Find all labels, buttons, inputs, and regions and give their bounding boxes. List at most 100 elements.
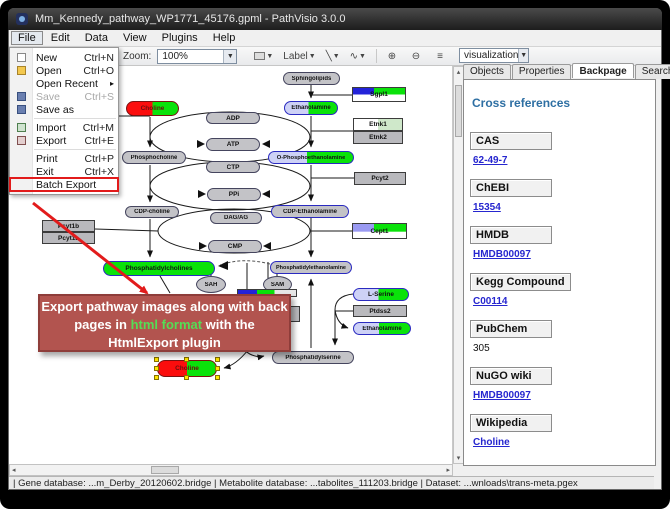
tab-properties[interactable]: Properties (512, 64, 572, 79)
tab-backpage[interactable]: Backpage (572, 63, 633, 78)
pathway-node-adp[interactable]: ADP (206, 112, 260, 124)
file-menu-item-new[interactable]: NewCtrl+N (10, 51, 118, 64)
pathway-node-ctp[interactable]: CTP (206, 161, 260, 173)
pathway-node-dag-ag[interactable]: DAG/AG (210, 212, 262, 224)
scroll-down-icon[interactable]: ▾ (455, 453, 463, 463)
tab-objects[interactable]: Objects (463, 64, 511, 79)
app-icon (16, 13, 28, 25)
pathway-node-label: Pcyt1a (58, 235, 79, 242)
file-menu-item-batch-export[interactable]: Batch Export (10, 178, 118, 191)
save-icon (10, 105, 32, 114)
scroll-right-icon[interactable]: ▸ (444, 465, 452, 475)
chevron-down-icon[interactable]: ▼ (359, 53, 366, 60)
gene-tool-button[interactable]: ▼ (251, 48, 276, 64)
pathway-node-gene-pcyt1a[interactable]: Pcyt1a (42, 232, 95, 244)
selection-handle[interactable] (184, 357, 189, 362)
chevron-down-icon[interactable]: ▼ (309, 53, 316, 60)
pathway-node-choline-top[interactable]: Choline (126, 101, 179, 116)
selection-handle[interactable] (215, 366, 220, 371)
file-menu-item-export[interactable]: ExportCtrl+E (10, 134, 118, 147)
align-middle-button[interactable]: ⊖ (408, 48, 424, 64)
pathway-node-ppi[interactable]: PPi (207, 188, 261, 201)
blank-icon (10, 180, 32, 189)
xref-link[interactable]: HMDB00097 (473, 390, 531, 401)
selection-handle[interactable] (154, 375, 159, 380)
horizontal-scroll-thumb[interactable] (151, 466, 179, 474)
visualization-combobox[interactable]: visualization ▼ (459, 48, 529, 63)
pathway-node-sphingolipids[interactable]: Sphingolipids (283, 72, 340, 85)
xref-link[interactable]: C00114 (473, 296, 507, 307)
connector-tool-button[interactable]: ∿▼ (347, 48, 369, 64)
selection-handle[interactable] (154, 357, 159, 362)
pathway-node-label: SAH (205, 282, 218, 288)
menubar-item-help[interactable]: Help (206, 31, 243, 45)
pathway-node-phosphatidylethanolamine[interactable]: Phosphatidylethanolamine (270, 261, 352, 274)
file-menu-item-import[interactable]: ImportCtrl+M (10, 121, 118, 134)
scroll-left-icon[interactable]: ◂ (10, 465, 18, 475)
pathway-node-gene-sgpl1[interactable]: Sgpl1 (352, 87, 406, 102)
selection-handle[interactable] (184, 375, 189, 380)
title-bar[interactable]: Mm_Kennedy_pathway_WP1771_45176.gpml - P… (8, 8, 662, 30)
distribute-horizontal-button[interactable]: ≡ (432, 48, 448, 64)
menubar-item-view[interactable]: View (116, 31, 154, 45)
menubar-item-edit[interactable]: Edit (44, 31, 77, 45)
selection-handle[interactable] (154, 366, 159, 371)
pathway-node-cdp-ethanolamine[interactable]: CDP-Ethanolamine (271, 205, 349, 218)
pathway-node-gene-pcyt2[interactable]: Pcyt2 (354, 172, 406, 185)
xref-link[interactable]: HMDB00097 (473, 249, 531, 260)
pathway-node-phosphatidylcholines[interactable]: Phosphatidylcholines (103, 261, 215, 276)
file-menu-item-open[interactable]: OpenCtrl+O (10, 64, 118, 77)
pathway-node-gene-etnk2[interactable]: Etnk2 (353, 131, 403, 144)
line-tool-button[interactable]: ╲▼ (323, 48, 343, 64)
pathway-node-label: CMP (228, 243, 242, 250)
chevron-down-icon[interactable]: ▼ (333, 53, 340, 60)
pathway-node-gene-cept1[interactable]: Cept1 (352, 223, 407, 239)
pathway-node-sah[interactable]: SAH (196, 276, 226, 293)
pathway-node-choline-selected[interactable]: Choline (157, 360, 217, 377)
pathway-node-label: Phosphatidylethanolamine (276, 265, 346, 271)
pathway-node-phosphocholine[interactable]: Phosphocholine (122, 151, 186, 164)
file-menu-item-save[interactable]: SaveCtrl+S (10, 90, 118, 103)
pathway-node-label: Choline (141, 105, 165, 112)
scroll-up-icon[interactable]: ▴ (455, 67, 463, 77)
xref-link[interactable]: 62-49-7 (473, 155, 507, 166)
new-file-icon (10, 53, 32, 62)
selection-handle[interactable] (215, 357, 220, 362)
tab-search[interactable]: Search (635, 64, 670, 79)
pathway-node-l-serine[interactable]: L-Serine (353, 288, 409, 301)
menubar-item-file[interactable]: File (11, 31, 43, 45)
xref-link[interactable]: 15354 (473, 202, 501, 213)
pathway-node-gene-pcyt1b[interactable]: Pcyt1b (42, 220, 95, 232)
pathway-node-o-phosphoethanolamine[interactable]: O-Phosphoethanolamine (268, 151, 354, 164)
pathway-node-cmp[interactable]: CMP (208, 240, 262, 253)
file-menu-item-print[interactable]: PrintCtrl+P (10, 152, 118, 165)
pathway-node-atp[interactable]: ATP (206, 138, 260, 151)
horizontal-scrollbar[interactable]: ◂ ▸ (9, 464, 453, 476)
file-menu-item-save-as[interactable]: Save as (10, 103, 118, 116)
file-menu-item-exit[interactable]: ExitCtrl+X (10, 165, 118, 178)
pathway-node-cdp-choline[interactable]: CDP-choline (125, 206, 179, 218)
annotation-line3: HtmlExport plugin (40, 334, 289, 352)
visualization-value: visualization (464, 50, 518, 61)
chevron-down-icon[interactable]: ▼ (518, 49, 528, 62)
menubar-item-data[interactable]: Data (78, 31, 115, 45)
xref-section-header: Wikipedia (470, 414, 552, 432)
selection-handle[interactable] (215, 375, 220, 380)
menu-item-shortcut: Ctrl+N (84, 52, 114, 64)
align-center-button[interactable]: ⊕ (384, 48, 400, 64)
zoom-combobox[interactable]: 100% ▼ (157, 49, 237, 64)
pathway-node-gene-etnk1[interactable]: Etnk1 (353, 118, 403, 131)
pathway-node-ethanolamine-bottom[interactable]: Ethanolamine (353, 322, 411, 335)
xref-link[interactable]: Choline (473, 437, 510, 448)
pathway-node-phosphatidylserine[interactable]: Phosphatidylserine (272, 351, 354, 364)
menubar-item-plugins[interactable]: Plugins (155, 31, 205, 45)
menu-item-shortcut: Ctrl+X (85, 166, 114, 178)
chevron-down-icon[interactable]: ▼ (266, 53, 273, 60)
chevron-down-icon[interactable]: ▼ (223, 50, 236, 63)
xref-section-header: NuGO wiki (470, 367, 552, 385)
pathway-node-ethanolamine-top[interactable]: Ethanolamine (284, 101, 338, 115)
file-menu-item-open-recent[interactable]: Open Recent▸ (10, 77, 118, 90)
vertical-scroll-thumb[interactable] (455, 85, 462, 137)
label-tool-button[interactable]: Label▼ (280, 48, 318, 64)
pathway-node-gene-ptdss2[interactable]: Ptdss2 (353, 305, 407, 317)
